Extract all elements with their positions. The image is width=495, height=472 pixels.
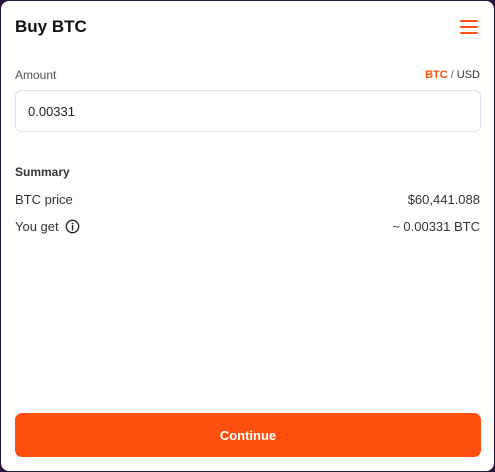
hamburger-menu-icon[interactable]: [458, 18, 480, 36]
unit-toggle: BTC / USD: [425, 69, 480, 81]
btc-price-row: BTC price $60,441.088: [15, 190, 480, 208]
page-title: Buy BTC: [15, 17, 87, 36]
menu-line: [460, 32, 478, 34]
you-get-row: You get ~ 0.00331 BTC: [15, 217, 480, 235]
btc-price-value: $60,441.088: [407, 191, 480, 207]
buy-panel: Buy BTC Amount BTC / USD Summary BTC pri…: [1, 1, 494, 471]
unit-usd-toggle[interactable]: USD: [457, 69, 480, 81]
continue-button[interactable]: Continue: [15, 413, 481, 457]
unit-separator: /: [450, 69, 454, 81]
you-get-label-group: You get: [15, 219, 80, 234]
btc-price-label: BTC price: [15, 191, 73, 207]
menu-line: [460, 20, 478, 22]
header: Buy BTC: [15, 15, 480, 39]
amount-label: Amount: [15, 68, 57, 82]
summary-title: Summary: [15, 165, 70, 179]
amount-row: Amount BTC / USD: [15, 67, 480, 83]
menu-line: [460, 26, 478, 28]
unit-btc-toggle[interactable]: BTC: [425, 69, 448, 81]
you-get-value: ~ 0.00331 BTC: [392, 218, 480, 234]
info-icon[interactable]: [65, 219, 80, 234]
you-get-label: You get: [15, 218, 59, 234]
amount-input[interactable]: [15, 90, 481, 132]
